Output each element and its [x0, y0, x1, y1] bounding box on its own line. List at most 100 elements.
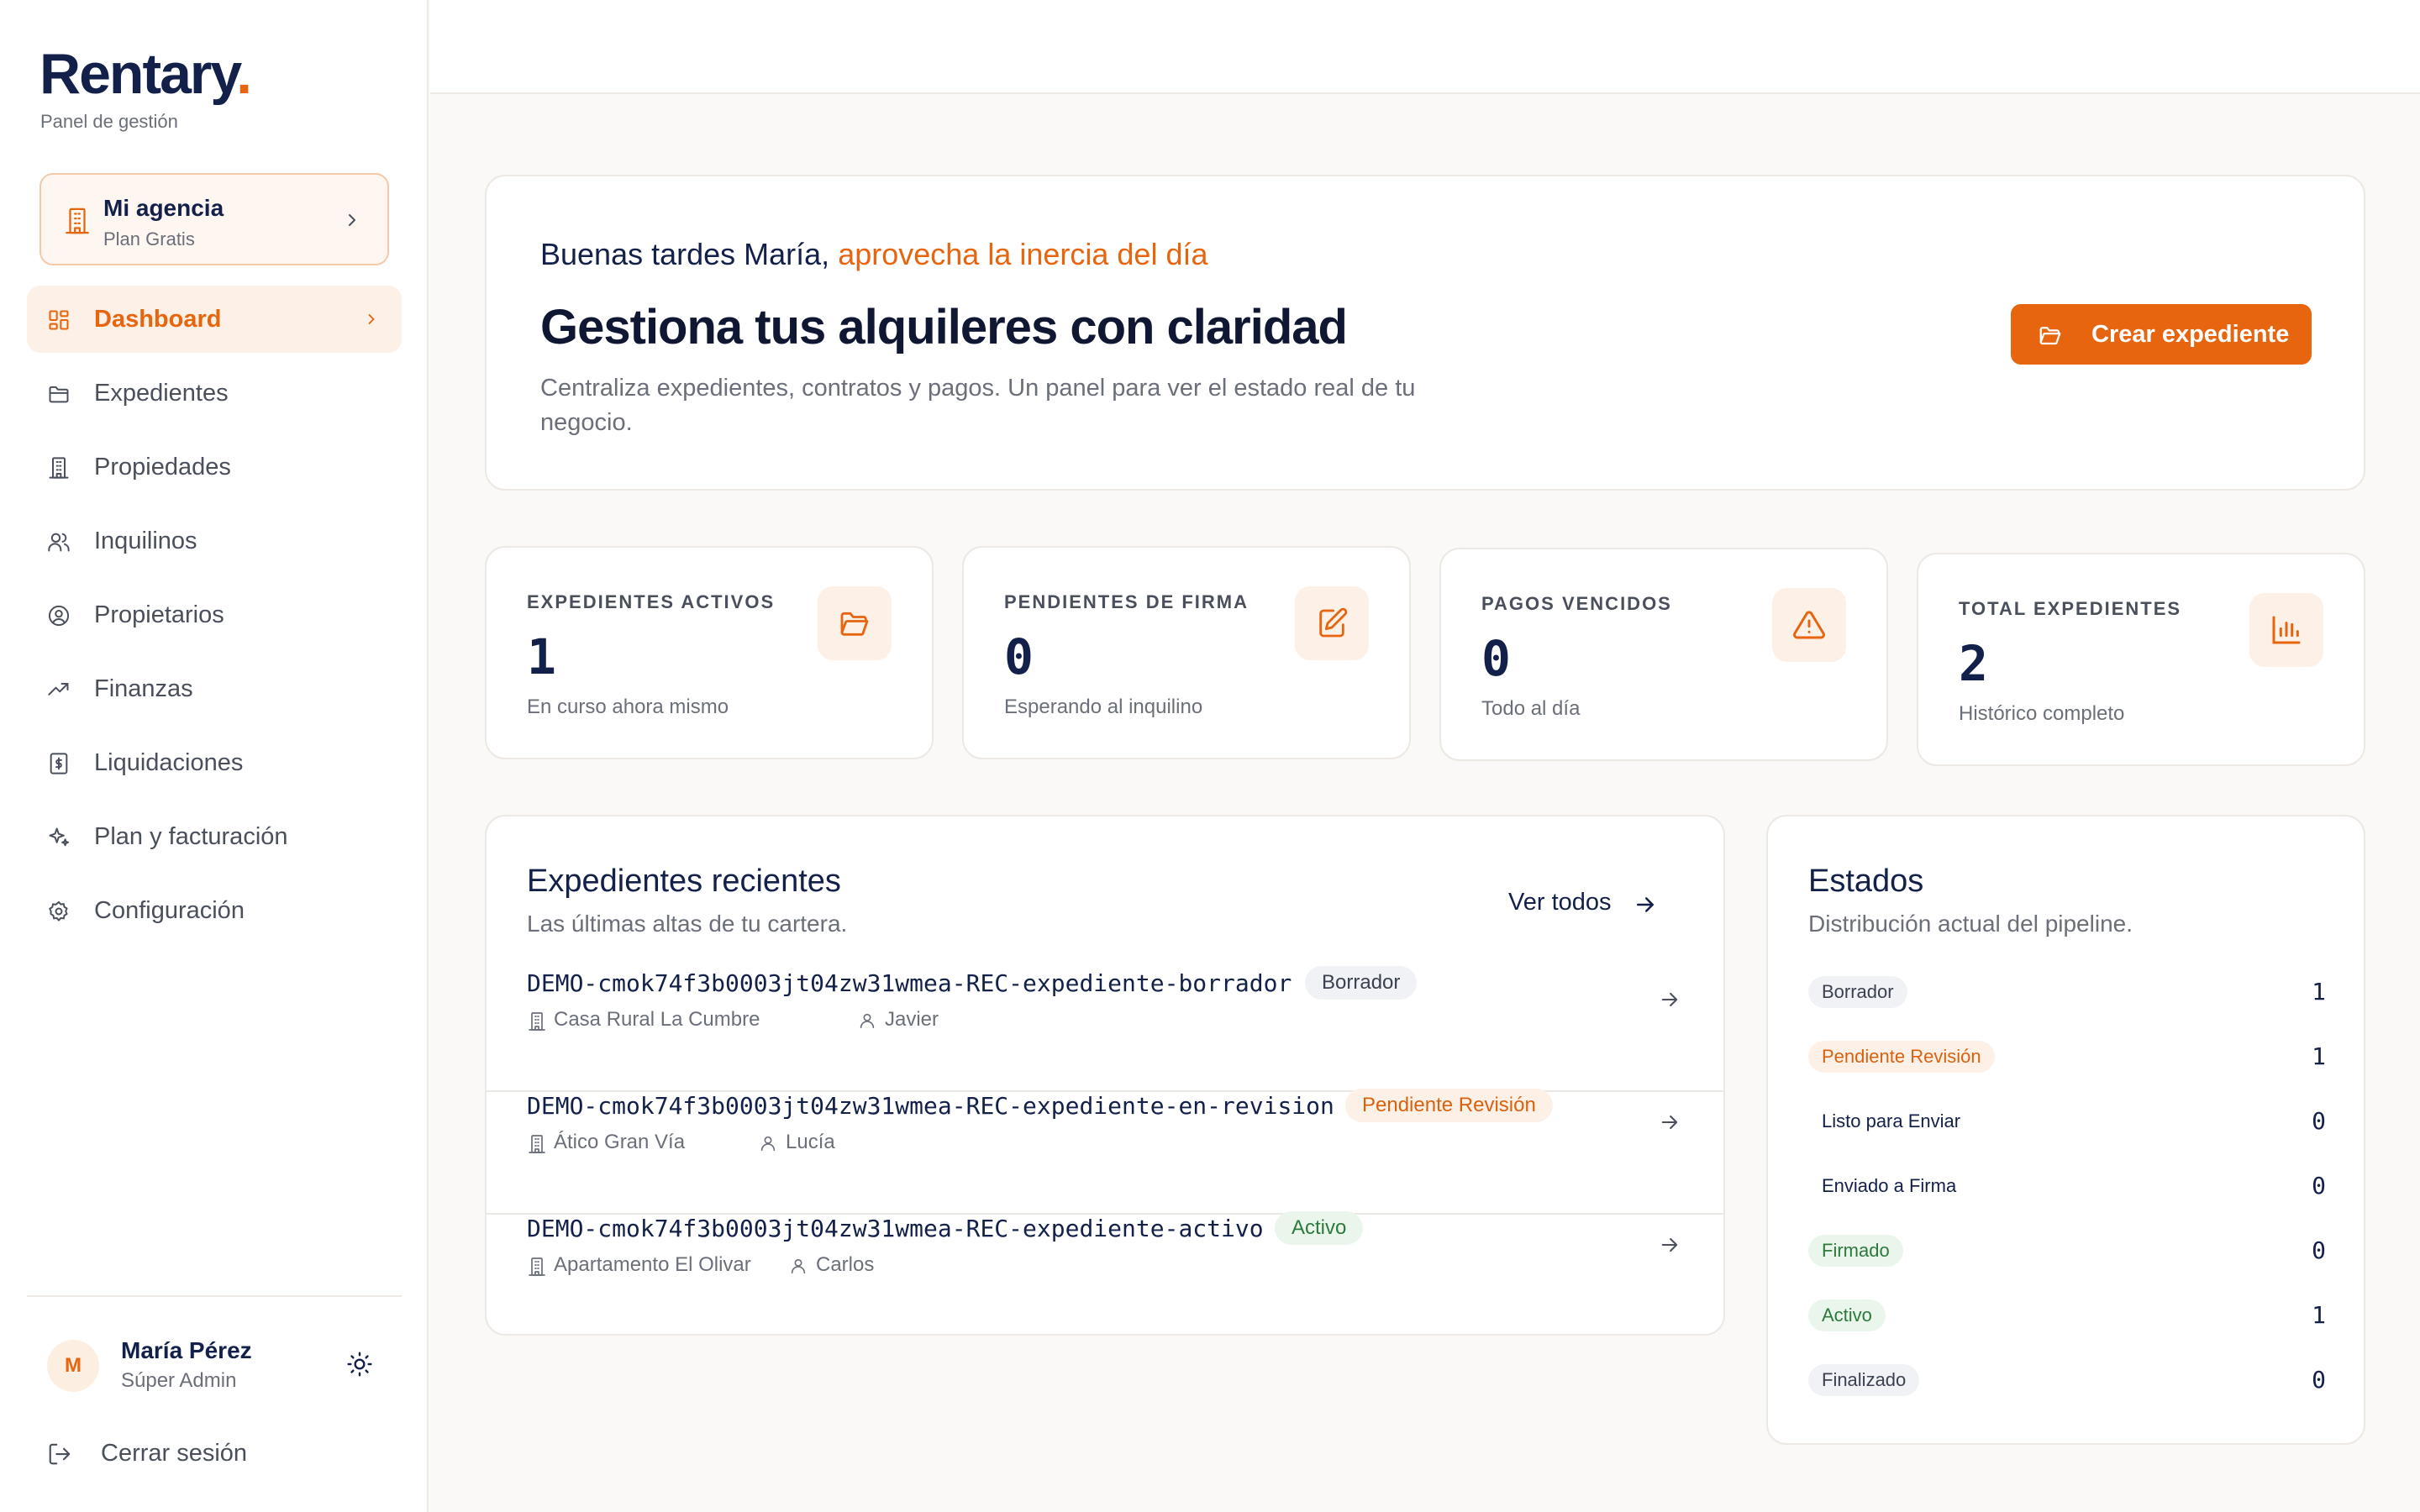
- bar-chart-icon: [2249, 593, 2323, 667]
- status-badge: Listo para Enviar: [1822, 1110, 1961, 1131]
- expediente-code: DEMO-cmok74f3b0003jt04zw31wmea-REC-exped…: [527, 1092, 1334, 1120]
- user-icon: [858, 1011, 876, 1030]
- status-count: 0: [2312, 1366, 2326, 1394]
- stat-label: TOTAL EXPEDIENTES: [1959, 598, 2182, 619]
- estados-card: Estados Distribución actual del pipeline…: [1766, 815, 2365, 1445]
- view-all-label: Ver todos: [1508, 889, 1612, 916]
- create-expediente-button[interactable]: Crear expediente: [2011, 304, 2312, 365]
- arrow-right-icon: [1658, 1233, 1681, 1257]
- table-row[interactable]: DEMO-cmok74f3b0003jt04zw31wmea-REC-exped…: [487, 1186, 1723, 1309]
- user-circle-icon: [47, 604, 71, 627]
- sidebar-nav: Dashboard Expedientes Propiedades Inquil…: [27, 286, 402, 951]
- sidebar-item-label: Liquidaciones: [94, 749, 244, 776]
- sidebar: Rentary. Panel de gestión Mi agencia Pla…: [0, 0, 429, 1512]
- sidebar-item-expedientes[interactable]: Expedientes: [27, 360, 402, 427]
- theme-toggle-sun-icon[interactable]: [346, 1351, 373, 1378]
- agency-plan: Plan Gratis: [103, 228, 195, 249]
- trending-up-icon: [47, 678, 71, 701]
- tenant-name: Carlos: [816, 1253, 875, 1276]
- stat-sublabel: Todo al día: [1481, 697, 1581, 720]
- status-row: Listo para Enviar 0: [1808, 1104, 2326, 1141]
- agency-switcher[interactable]: Mi agencia Plan Gratis: [39, 173, 389, 265]
- tenant-name: Javier: [885, 1008, 939, 1031]
- greeting: Buenas tardes María, aprovecha la inerci…: [540, 237, 1208, 271]
- stat-value: 0: [1481, 630, 1511, 687]
- status-row: Enviado a Firma 0: [1808, 1168, 2326, 1205]
- sidebar-item-plan[interactable]: Plan y facturación: [27, 803, 402, 870]
- status-badge: Pendiente Revisión: [1345, 1089, 1553, 1122]
- status-count: 0: [2312, 1172, 2326, 1200]
- status-badge: Firmado: [1808, 1235, 1903, 1267]
- property-name: Apartamento El Olivar: [554, 1253, 751, 1276]
- stat-value: 2: [1959, 635, 1988, 692]
- sidebar-item-finanzas[interactable]: Finanzas: [27, 655, 402, 722]
- section-subtitle: Las últimas altas de tu cartera.: [527, 911, 848, 937]
- status-count: 1: [2312, 1301, 2326, 1329]
- folder-open-icon: [818, 586, 892, 660]
- expediente-code: DEMO-cmok74f3b0003jt04zw31wmea-REC-exped…: [527, 1215, 1264, 1242]
- table-row[interactable]: DEMO-cmok74f3b0003jt04zw31wmea-REC-exped…: [487, 1063, 1723, 1186]
- sidebar-item-label: Finanzas: [94, 675, 193, 702]
- sidebar-item-label: Dashboard: [94, 306, 222, 333]
- status-badge: Borrador: [1305, 966, 1418, 1000]
- warning-icon: [1772, 588, 1846, 662]
- view-all-link[interactable]: Ver todos: [1508, 885, 1668, 922]
- users-icon: [47, 530, 71, 554]
- dashboard-icon: [47, 308, 71, 332]
- stat-label: EXPEDIENTES ACTIVOS: [527, 591, 776, 612]
- recent-expedientes-card: Expedientes recientes Las últimas altas …: [485, 815, 1725, 1336]
- stat-card-pagos-vencidos: PAGOS VENCIDOS 0 Todo al día: [1439, 548, 1888, 761]
- logout-label: Cerrar sesión: [101, 1440, 248, 1467]
- sidebar-item-propietarios[interactable]: Propietarios: [27, 581, 402, 648]
- user-name: María Pérez: [121, 1337, 252, 1363]
- page-description: Centraliza expedientes, contratos y pago…: [540, 375, 1416, 436]
- stat-sublabel: Histórico completo: [1959, 702, 2125, 725]
- section-title: Estados: [1808, 864, 1924, 899]
- arrow-right-icon: [1658, 988, 1681, 1011]
- status-badge: Borrador: [1808, 976, 1907, 1008]
- section-subtitle: Distribución actual del pipeline.: [1808, 911, 2133, 937]
- sparkles-icon: [47, 826, 71, 849]
- avatar[interactable]: M: [47, 1340, 99, 1392]
- app-subtitle: Panel de gestión: [40, 111, 178, 132]
- status-badge: Enviado a Firma: [1822, 1175, 1957, 1196]
- agency-name: Mi agencia: [103, 195, 224, 221]
- status-row: Finalizado 0: [1808, 1362, 2326, 1399]
- tenant-name: Lucía: [786, 1131, 835, 1153]
- folder-open-icon: [2038, 323, 2063, 348]
- section-title: Expedientes recientes: [527, 864, 841, 899]
- arrow-right-icon: [1633, 892, 1658, 917]
- status-badge: Pendiente Revisión: [1808, 1041, 1995, 1073]
- status-badge: Finalizado: [1808, 1364, 1920, 1396]
- status-count: 0: [2312, 1236, 2326, 1264]
- table-row[interactable]: DEMO-cmok74f3b0003jt04zw31wmea-REC-exped…: [487, 941, 1723, 1063]
- logout-button[interactable]: Cerrar sesión: [27, 1423, 402, 1483]
- status-count: 0: [2312, 1107, 2326, 1135]
- chevron-right-icon: [363, 311, 380, 328]
- create-expediente-label: Crear expediente: [2091, 321, 2290, 348]
- status-count: 1: [2312, 978, 2326, 1005]
- gear-icon: [47, 900, 71, 923]
- status-row: Pendiente Revisión 1: [1808, 1039, 2326, 1076]
- pen-square-icon: [1295, 586, 1369, 660]
- sidebar-item-configuracion[interactable]: Configuración: [27, 877, 402, 944]
- sidebar-item-dashboard[interactable]: Dashboard: [27, 286, 402, 353]
- expediente-code: DEMO-cmok74f3b0003jt04zw31wmea-REC-exped…: [527, 969, 1292, 997]
- folder-icon: [47, 382, 71, 406]
- stat-sublabel: Esperando al inquilino: [1004, 696, 1203, 718]
- logout-icon: [47, 1441, 72, 1467]
- welcome-card: Buenas tardes María, aprovecha la inerci…: [485, 175, 2365, 491]
- status-badge: Activo: [1808, 1299, 1886, 1331]
- sidebar-item-liquidaciones[interactable]: Liquidaciones: [27, 729, 402, 796]
- stat-label: PENDIENTES DE FIRMA: [1004, 591, 1249, 612]
- sidebar-item-inquilinos[interactable]: Inquilinos: [27, 507, 402, 575]
- status-count: 1: [2312, 1042, 2326, 1070]
- sidebar-item-label: Expedientes: [94, 380, 229, 407]
- app-logo[interactable]: Rentary.: [39, 45, 252, 102]
- building-icon: [527, 1011, 547, 1032]
- sidebar-divider: [27, 1295, 402, 1297]
- chevron-right-icon: [342, 210, 362, 230]
- top-bar: [430, 0, 2420, 94]
- building-icon: [527, 1134, 547, 1154]
- sidebar-item-propiedades[interactable]: Propiedades: [27, 433, 402, 501]
